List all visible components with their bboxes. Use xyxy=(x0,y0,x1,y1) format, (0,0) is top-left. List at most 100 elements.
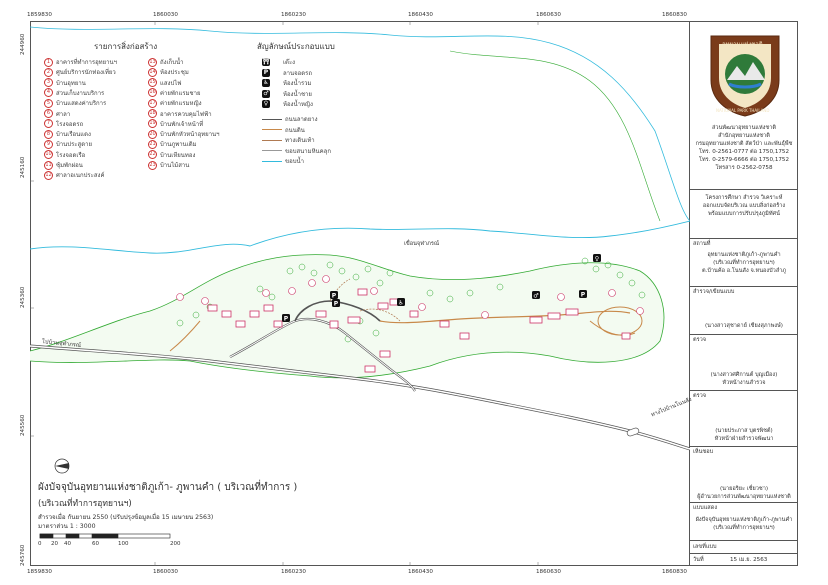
legend-building-label: ศาลา xyxy=(56,110,71,118)
legend-building-label: ศูนย์บริการนักท่องเที่ยว xyxy=(56,69,116,77)
agency-line-1: ส่วนพัฒนาอุทยานแห่งชาติ xyxy=(712,125,776,131)
approve2-name: (นายอริยะ เชี่ยวชา) xyxy=(719,486,769,492)
line-swatch-icon xyxy=(262,150,282,151)
line-swatch-icon xyxy=(262,118,282,120)
approve2-label: เห็นชอบ xyxy=(693,449,714,455)
number-marker-icon: 14 xyxy=(148,67,157,77)
svg-text:♿: ♿ xyxy=(398,300,403,307)
coord-left-3: 245360 xyxy=(20,286,26,308)
number-marker-icon: 16 xyxy=(148,88,157,98)
agency-line-2: สำนักอุทยานแห่งชาติ xyxy=(718,133,770,139)
legend-building-label: ถังเก็บน้ำ xyxy=(160,59,184,66)
drawing-label: แบบแสดง xyxy=(693,505,718,511)
number-marker-icon: 6 xyxy=(44,109,53,118)
legend-building-label: ค่ายพักแรมชาย xyxy=(160,89,201,97)
number-marker-icon: 13 xyxy=(148,57,157,67)
fax: โทรสาร 0-2562-0758 xyxy=(715,165,773,171)
legend-building-item: 10 โรงจอดเรือ xyxy=(44,150,85,160)
legend-building-label: ซุ้มพักผ่อน xyxy=(56,162,83,169)
number-marker-icon: 19 xyxy=(148,119,157,129)
scale-mark: 200 xyxy=(170,541,181,547)
legend-building-label: โรงจอดเรือ xyxy=(56,151,86,159)
logo-ring-text: NATIONAL PARK THAILAND xyxy=(716,108,770,113)
male-restroom-icon: ♂ xyxy=(262,89,270,98)
number-marker-icon: 10 xyxy=(44,150,53,160)
map-title: ผังบัจจุบันอุทยานแห่งชาติภูเก้า- ภูพานคำ… xyxy=(38,482,298,493)
number-marker-icon: 23 xyxy=(148,160,157,170)
legend-building-item: 7 โรงจอดรถ xyxy=(44,119,83,129)
legend-building-label: ห้องประชุม xyxy=(160,69,189,77)
legend-line-label: ขอบน้ำ xyxy=(285,158,304,165)
legend-symbol-item: ♂ ห้องน้ำชาย xyxy=(262,89,312,99)
legend-building-item: 21 บ้านภูพานเดิม xyxy=(148,139,197,149)
phone-2: โทร. 0-2579-6666 ต่อ 1750,1752 xyxy=(698,157,790,163)
designer-box: สำรวจ/เขียนแบบ (นางสาวสุชาดาย์ เชียงสุภา… xyxy=(690,286,798,334)
legend-symbol-item: ⛩ เต๊ะง xyxy=(262,57,295,67)
coord-top-6: 1860830 xyxy=(662,12,687,18)
coord-left-2: 245560 xyxy=(20,414,26,436)
legend-building-item: 23 บ้านไม้สาน xyxy=(148,160,189,170)
svg-text:P: P xyxy=(332,293,337,300)
designer-name: (นางสาวสุชาดาย์ เชียงสุภาพงษ์) xyxy=(704,323,783,329)
scale-mark: 0 xyxy=(38,541,42,547)
checker-box: ตรวจ (นางสาวศศิกานต์ บุญเมือง) หัวหน้างา… xyxy=(690,334,798,390)
phone-1: โทร. 0-2561-0777 ต่อ 1750,1752 xyxy=(698,149,790,155)
legend-line-item: ถนนดิน xyxy=(262,125,305,135)
sheet-no-box: เลขที่แบบ xyxy=(690,540,798,553)
number-marker-icon: 15 xyxy=(148,78,157,88)
legend-building-label: บ้านไม้สาน xyxy=(160,162,190,169)
number-marker-icon: 17 xyxy=(148,98,157,108)
coord-bottom-5: 1860630 xyxy=(536,569,561,575)
svg-text:♂: ♂ xyxy=(533,293,538,300)
legend-building-item: 13 ถังเก็บน้ำ xyxy=(148,57,184,67)
legend-building-label: บ้านพักหัวหน้าอุทยานฯ xyxy=(160,131,220,139)
legend-building-label: ค่ายพักแรมหญิง xyxy=(160,100,202,108)
coord-top-1: 1859830 xyxy=(27,12,52,18)
legend-building-label: บ้านประสูดาย xyxy=(56,141,92,149)
location-line-2: (บริเวณที่ทำการอุทยานฯ) xyxy=(713,260,775,266)
legend-building-item: 3 บ้านอุทยาน xyxy=(44,78,86,88)
svg-text:P: P xyxy=(581,292,586,299)
symbols-legend-title: สัญลักษณ์ประกอบแบบ xyxy=(257,42,335,51)
location-box: สถานที่ อุทยานแห่งชาติภูเก้า-ภูพานคำ (บร… xyxy=(690,238,798,286)
legend-line-item: ถนนลาดยาง xyxy=(262,114,318,124)
legend-symbol-label: เต๊ะง xyxy=(283,59,296,66)
approver-label: ตรวจ xyxy=(693,393,707,399)
legend-building-label: บ้านพักเจ้าหน้าที่ xyxy=(160,120,204,128)
shrine-icon: ⛩ xyxy=(262,58,270,66)
parking-icon: P xyxy=(262,68,270,77)
project-line-2: ออกแบบจัดบริเวณ แบบสิ่งก่อสร้าง xyxy=(702,203,786,209)
svg-text:P: P xyxy=(284,316,289,323)
coord-top-5: 1860630 xyxy=(536,12,561,18)
logo-text: อุทยานแห่งชาติ xyxy=(722,41,763,48)
legend-symbol-item: ♿ ห้องน้ำรวม xyxy=(262,78,312,88)
legend-line-label: ขอบสนามหินคลุก xyxy=(285,147,331,155)
approver-role: หัวหน้าฝ่ายสำรวจพัฒนา xyxy=(714,436,774,442)
legend-line-label: ถนนลาดยาง xyxy=(285,116,318,123)
number-marker-icon: 2 xyxy=(44,67,53,77)
location-line-1: อุทยานแห่งชาติภูเก้า-ภูพานคำ xyxy=(707,252,781,258)
approver-name: (นายประภาส บุตรพิชต์) xyxy=(715,428,773,434)
legend-line-item: ทางเดินเท้า xyxy=(262,135,315,145)
coord-bottom-2: 1860030 xyxy=(153,569,178,575)
legend-building-label: บ้านเหียนทอง xyxy=(160,151,196,159)
legend-building-item: 11 ซุ้มพักผ่อน xyxy=(44,160,83,170)
scale-mark: 20 xyxy=(51,541,58,547)
legend-building-item: 15 แสงปไฟ xyxy=(148,78,182,88)
approve2-box: เห็นชอบ (นายอริยะ เชี่ยวชา) ผู้อำนวยการส… xyxy=(690,446,798,502)
number-marker-icon: 9 xyxy=(44,139,53,149)
number-marker-icon: 22 xyxy=(148,150,157,160)
coord-left-1: 245760 xyxy=(20,544,26,566)
drawing-line-1: ผังปัจจุบันอุทยานแห่งชาติภูเก้า-ภูพานคำ xyxy=(695,517,793,523)
coord-top-4: 1860430 xyxy=(408,12,433,18)
legend-building-label: อาคารที่ทำการอุทยานฯ xyxy=(56,59,117,66)
legend-symbol-item: P ลานจอดรถ xyxy=(262,68,312,78)
number-marker-icon: 8 xyxy=(44,129,53,139)
coord-top-3: 1860230 xyxy=(281,12,306,18)
legend-building-item: 9 บ้านประสูดาย xyxy=(44,139,92,149)
coord-bottom-6: 1860830 xyxy=(662,569,687,575)
legend-building-item: 1 อาคารที่ทำการอุทยานฯ xyxy=(44,57,117,67)
map-subtitle: (บริเวณที่ทำการอุทยานฯ) xyxy=(38,499,132,509)
project-line-3: พร้อมแบบการปรับปรุงภูมิทัศน์ xyxy=(708,211,780,217)
legend-building-item: 22 บ้านเหียนทอง xyxy=(148,150,195,160)
